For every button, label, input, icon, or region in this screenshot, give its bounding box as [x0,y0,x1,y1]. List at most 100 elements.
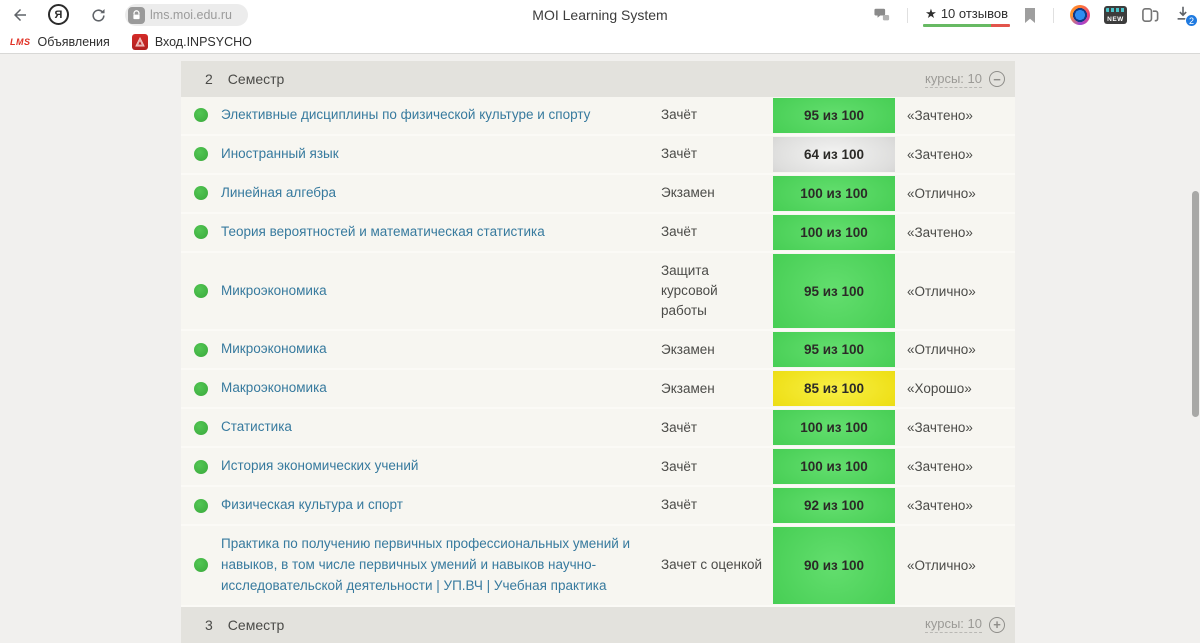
exam-type: Зачёт [661,497,698,513]
semester-3-header: 3 Семестр курсы: 10 + [181,606,1015,643]
bookmark-inpsycho-login[interactable]: Вход.INPSYCHO [131,33,252,50]
status-dot-icon [194,381,208,396]
exam-type: Зачёт [661,146,698,162]
status-dot-icon [194,342,208,357]
course-link[interactable]: История экономических учений [221,448,661,485]
status-cell [181,147,221,162]
exam-type: Зачёт [661,224,698,240]
score-badge: 90 из 100 [773,527,895,604]
downloads-icon[interactable]: 2 [1174,4,1198,27]
grade-text: «Зачтено» [907,146,973,162]
status-cell [181,225,221,240]
course-link[interactable]: Линейная алгебра [221,175,661,212]
score-badge: 95 из 100 [773,332,895,368]
grade-text: «Зачтено» [907,459,973,475]
course-link[interactable]: Элективные дисциплины по физической куль… [221,97,661,134]
status-dot-icon [194,225,208,240]
table-row: Микроэкономика Экзамен 95 из 100 «Отличн… [181,331,1015,371]
exam-type: Зачёт [661,107,698,123]
exam-type: Экзамен [661,185,715,201]
table-row: Микроэкономика Защита курсовой работы 95… [181,252,1015,332]
collections-icon[interactable] [1141,6,1160,24]
status-cell [181,381,221,396]
course-link[interactable]: Иностранный язык [221,136,661,173]
page-title: MOI Learning System [532,7,668,23]
courses-count-link[interactable]: курсы: 10 [925,616,982,634]
exam-type: Зачёт [661,419,698,435]
exam-type: Экзамен [661,380,715,396]
video-new-icon[interactable]: NEW [1104,6,1127,24]
table-row: Практика по получению первичных професси… [181,526,1015,607]
course-link[interactable]: Микроэкономика [221,331,661,368]
exam-type: Зачет с оценкой [661,557,763,573]
refresh-icon[interactable] [88,5,108,25]
score-badge: 85 из 100 [773,371,895,407]
bookmark-flag-icon[interactable] [1023,7,1037,24]
course-link[interactable]: Статистика [221,409,661,446]
status-dot-icon [194,498,208,513]
star-icon: ★ [925,5,937,21]
grade-text: «Зачтено» [907,420,973,436]
yandex-icon[interactable]: Я [48,4,69,25]
grade-text: «Зачтено» [907,498,973,514]
course-link[interactable]: Практика по получению первичных професси… [221,526,661,605]
course-link[interactable]: Макроэкономика [221,370,661,407]
table-row: Линейная алгебра Экзамен 100 из 100 «Отл… [181,174,1015,214]
scrollbar-thumb[interactable] [1192,191,1199,417]
expand-icon[interactable]: + [989,616,1005,633]
exam-type: Зачёт [661,458,698,474]
bookmark-announcements[interactable]: LMS Объявления [10,35,110,49]
score-badge: 100 из 100 [773,410,895,446]
address-bar[interactable]: lms.moi.edu.ru [125,4,248,26]
exam-type: Экзамен [661,341,715,357]
table-row: Иностранный язык Зачёт 64 из 100 «Зачтен… [181,135,1015,175]
semester-number: 3 [205,616,213,633]
downloads-badge: 2 [1185,14,1198,27]
table-row: Макроэкономика Экзамен 85 из 100 «Хорошо… [181,370,1015,410]
table-row: Физическая культура и спорт Зачёт 92 из … [181,487,1015,527]
browser-toolbar: Я lms.moi.edu.ru MOI Learning System ★ 1… [0,0,1200,30]
score-badge: 100 из 100 [773,214,895,250]
status-dot-icon [194,284,208,299]
score-badge: 92 из 100 [773,488,895,524]
grade-text: «Отлично» [907,342,976,358]
course-link[interactable]: Физическая культура и спорт [221,487,661,524]
extension-circle-icon[interactable] [1070,5,1090,25]
reviews-rating-bar [923,23,1010,27]
status-cell [181,420,221,435]
score-badge: 100 из 100 [773,449,895,485]
status-dot-icon [194,108,208,123]
score-badge: 100 из 100 [773,175,895,211]
course-link[interactable]: Теория вероятностей и математическая ста… [221,214,661,251]
grade-text: «Хорошо» [907,381,972,397]
courses-count-link[interactable]: курсы: 10 [925,71,982,88]
grade-text: «Отлично» [907,557,976,573]
grades-table: 2 Семестр курсы: 10 − Элективные дисципл… [181,61,1015,643]
toolbar-divider [907,7,909,23]
back-icon[interactable] [10,5,30,25]
status-cell [181,186,221,201]
status-dot-icon [194,420,208,435]
course-rows: Элективные дисциплины по физической куль… [181,97,1015,607]
lms-page: 2 Семестр курсы: 10 − Элективные дисципл… [0,55,1200,643]
lock-icon[interactable] [128,6,145,24]
semester-2-header: 2 Семестр курсы: 10 − [181,61,1015,97]
url-text: lms.moi.edu.ru [150,8,232,22]
toolbar-divider [1053,7,1054,23]
status-cell [181,284,221,299]
status-cell [181,108,221,123]
table-row: Элективные дисциплины по физической куль… [181,97,1015,136]
course-link[interactable]: Микроэкономика [221,273,661,310]
grade-text: «Зачтено» [907,107,973,123]
score-badge: 64 из 100 [773,136,895,172]
status-dot-icon [194,186,208,201]
reviews-count: 10 отзывов [940,6,1008,21]
chat-bubbles-icon[interactable] [873,7,891,23]
grade-text: «Зачтено» [907,224,973,240]
inpsycho-favicon-icon [131,33,148,50]
collapse-icon[interactable]: − [989,71,1005,87]
table-row: История экономических учений Зачёт 100 и… [181,448,1015,488]
reviews-rating[interactable]: ★ 10 отзывов [923,6,1010,27]
lms-favicon-icon: LMS [10,36,31,47]
toolbar-right-icons: ★ 10 отзывов NEW 2 [866,0,1198,30]
